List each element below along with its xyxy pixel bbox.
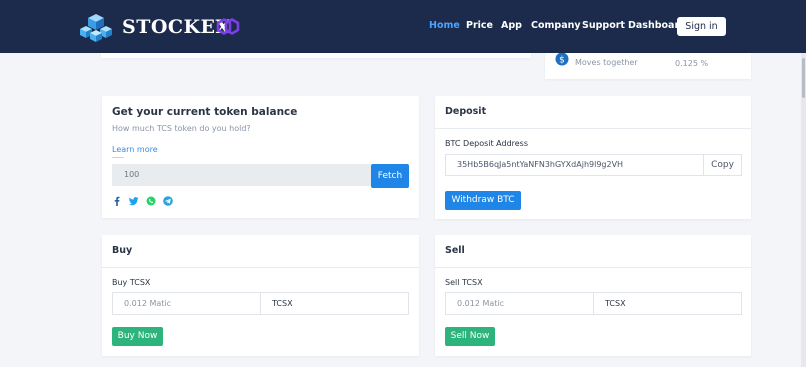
sell-tcsx-label: Sell TCSX xyxy=(445,278,483,287)
nav-app[interactable]: App xyxy=(501,20,522,31)
svg-text:$: $ xyxy=(559,56,565,66)
top-left-card-fragment xyxy=(101,53,531,58)
nav-home[interactable]: Home xyxy=(429,20,460,31)
dollar-badge-icon: $ xyxy=(555,53,569,66)
copy-button[interactable]: Copy xyxy=(703,154,742,176)
facebook-icon[interactable] xyxy=(112,196,122,206)
sell-title: Sell xyxy=(445,245,465,256)
stockex-logo-icon[interactable] xyxy=(80,12,112,42)
nav-support[interactable]: Support xyxy=(582,20,625,31)
sign-in-button[interactable]: Sign in xyxy=(677,17,726,36)
nav-price[interactable]: Price xyxy=(466,20,493,31)
buy-title: Buy xyxy=(112,245,133,256)
page-scrollbar[interactable] xyxy=(801,53,806,367)
sell-now-button[interactable]: Sell Now xyxy=(445,327,495,346)
sell-header-divider xyxy=(435,267,751,268)
buy-amount-input[interactable]: 0.012 Matic xyxy=(112,292,261,315)
buy-now-button[interactable]: Buy Now xyxy=(112,327,163,346)
telegram-icon[interactable] xyxy=(163,196,173,206)
top-right-card-fragment: $ Moves together 0.125 % xyxy=(545,53,751,79)
token-amount-input[interactable]: 100 xyxy=(112,164,371,186)
scrollbar-thumb[interactable] xyxy=(802,58,805,98)
moves-together-value: 0.125 % xyxy=(675,59,709,68)
buy-header-divider xyxy=(102,267,419,268)
btc-address-field[interactable]: 35Hb5B6qJa5ntYaNFN3hGYXdAjh9l9g2VH xyxy=(445,154,704,176)
buy-unit-field[interactable]: TCSX xyxy=(260,292,409,315)
token-balance-subtitle: How much TCS token do you hold? xyxy=(112,124,251,133)
token-balance-title: Get your current token balance xyxy=(112,106,298,118)
sell-amount-input[interactable]: 0.012 Matic xyxy=(445,292,594,315)
twitter-icon[interactable] xyxy=(129,196,139,206)
deposit-header-divider xyxy=(435,128,751,129)
fetch-button[interactable]: Fetch xyxy=(371,164,409,188)
deposit-title: Deposit xyxy=(445,106,487,117)
learn-more-link[interactable]: Learn more xyxy=(112,145,158,154)
btc-deposit-address-label: BTC Deposit Address xyxy=(445,139,529,148)
withdraw-btc-button[interactable]: Withdraw BTC xyxy=(445,191,521,210)
whatsapp-icon[interactable] xyxy=(146,196,156,206)
learn-more-underline xyxy=(112,157,124,158)
buy-tcsx-label: Buy TCSX xyxy=(112,278,151,287)
polygon-logo-icon xyxy=(216,18,240,35)
sell-unit-field[interactable]: TCSX xyxy=(593,292,742,315)
moves-together-label: Moves together xyxy=(575,58,638,67)
nav-company[interactable]: Company xyxy=(531,20,581,31)
